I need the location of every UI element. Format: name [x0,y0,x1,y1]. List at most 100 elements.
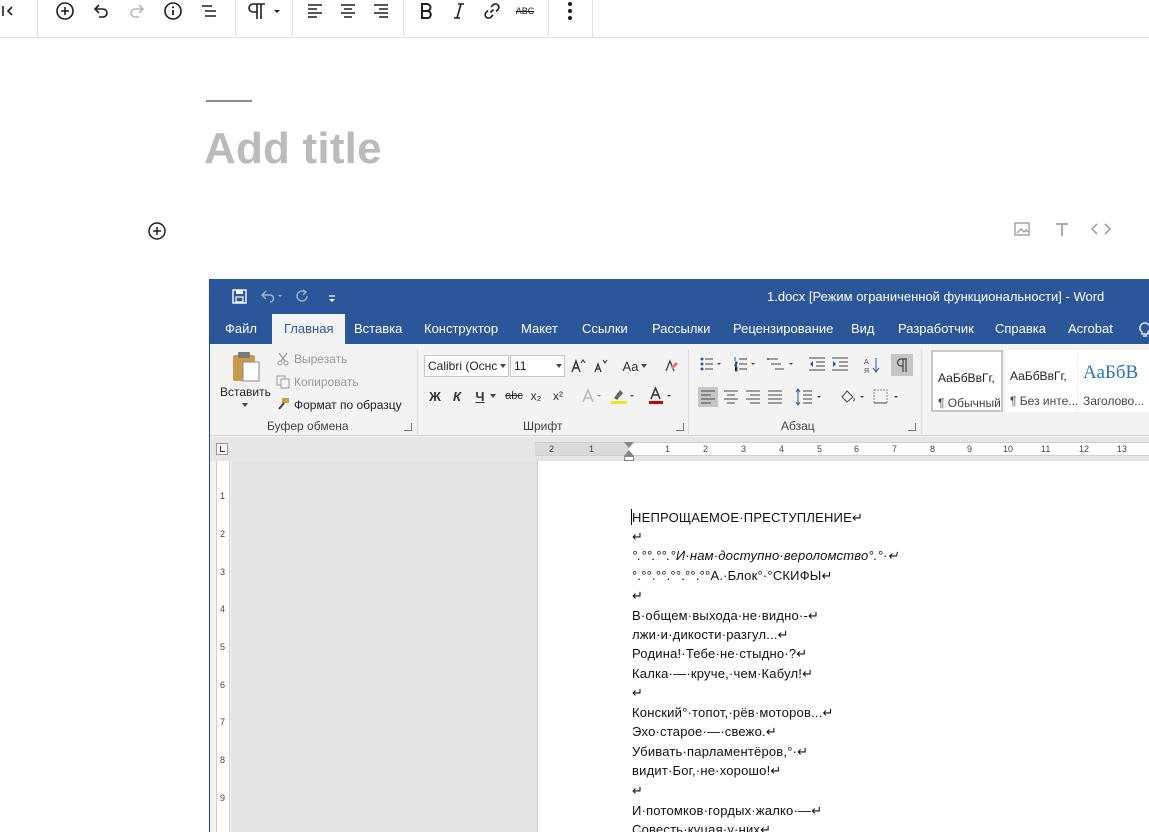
tab-layout[interactable]: Макет [521,314,558,344]
grow-font-icon[interactable] [569,356,587,376]
font-launcher-icon[interactable] [676,423,684,431]
add-block-icon[interactable] [54,0,76,22]
document-page[interactable]: НЕПРОЩАЕМОЕ·ПРЕСТУПЛЕНИЕ↵ ↵ °.°°.°°.°И·н… [537,461,1149,832]
clipboard-launcher-icon[interactable] [404,423,412,431]
numbering-icon[interactable] [733,356,757,377]
link-icon[interactable] [481,0,503,22]
document-line: °.°°.°°.°°.°°.°°А.·Блок°·°СКИФЫ↵ [632,568,833,583]
style-normal[interactable]: АаБбВвГг, ¶ Обычный [931,350,1003,412]
copy-button[interactable]: Копировать [294,375,359,389]
shading-icon[interactable] [838,388,868,411]
tab-review[interactable]: Рецензирование [733,314,833,344]
redo-icon[interactable] [126,0,148,22]
undo-icon[interactable] [90,0,112,22]
justify-icon[interactable] [767,390,783,409]
style-no-spacing[interactable]: АаБбВвГг, ¶ Без инте... [1005,350,1079,412]
style-name: ¶ Без инте... [1010,394,1079,408]
horizontal-ruler[interactable]: 2 1 1 2 3 4 5 6 7 8 9 10 11 12 13 [535,442,1149,461]
customize-quick-access-icon[interactable] [327,291,337,309]
copy-icon [276,375,290,394]
tab-acrobat[interactable]: Acrobat [1068,314,1113,344]
align-left-icon[interactable] [698,387,718,407]
decrease-indent-icon[interactable] [808,356,826,377]
clear-formatting-icon[interactable] [662,356,680,376]
paste-button[interactable]: Вставить [220,385,271,399]
format-painter-button[interactable]: Формат по образцу [294,398,402,412]
tab-mailings[interactable]: Рассылки [652,314,710,344]
bold-button[interactable]: Ж [427,386,443,406]
ruler-number: 8 [220,755,226,765]
font-name-combo[interactable]: Calibri (Оснс [424,355,509,377]
first-line-indent-marker[interactable] [624,442,634,448]
document-line: И·потомков·гордых·жалко·—↵ [632,803,823,818]
tab-references[interactable]: Ссылки [582,314,628,344]
more-options-icon[interactable] [560,0,580,22]
ruler-number: 8 [930,444,936,454]
align-right-icon[interactable] [745,390,761,409]
paragraph-launcher-icon[interactable] [908,423,916,431]
document-line: Убивать·парламентёров,°·↵ [632,744,809,759]
redo-icon[interactable] [295,289,309,308]
block-inserter-icon[interactable] [147,221,167,241]
sort-icon[interactable]: AЯ [863,356,881,379]
collapse-sidebar-icon[interactable] [0,0,18,22]
ribbon-group-divider [688,350,689,434]
cut-button[interactable]: Вырезать [294,352,347,366]
chevron-down-icon [641,364,648,368]
font-color-icon[interactable] [647,386,675,406]
font-size-combo[interactable]: 11 [510,355,565,377]
bold-icon[interactable] [416,0,436,22]
text-block-icon[interactable] [1051,218,1073,240]
align-center-icon[interactable] [723,390,739,409]
superscript-button[interactable]: x² [549,386,567,406]
image-block-icon[interactable] [1011,218,1033,240]
shrink-font-icon[interactable] [591,356,609,376]
strikethrough-button[interactable]: abc [503,386,525,406]
tell-me-lightbulb-icon[interactable] [1138,321,1149,344]
text-effects-icon[interactable] [581,386,605,406]
increase-indent-icon[interactable] [831,356,849,377]
show-formatting-marks-icon[interactable] [891,354,913,376]
tab-file[interactable]: Файл [225,314,257,344]
info-icon[interactable] [162,0,184,22]
post-title-input[interactable]: Add title [204,124,382,174]
align-center-icon[interactable] [338,0,358,22]
highlight-color-icon[interactable] [610,386,638,406]
underline-dropdown-icon[interactable] [490,394,496,398]
tab-view[interactable]: Вид [851,314,875,344]
borders-icon[interactable] [872,388,902,411]
svg-text:A: A [864,359,869,366]
paragraph-block-icon[interactable] [247,0,283,22]
change-case-button[interactable]: Aa [620,356,650,376]
subscript-button[interactable]: x₂ [527,386,545,406]
italic-icon[interactable] [449,0,469,22]
tab-developer[interactable]: Разработчик [898,314,974,344]
bullets-icon[interactable] [699,356,723,377]
document-line: Конский°·топот,·рёв·моторов...↵ [632,705,834,720]
align-left-icon[interactable] [305,0,325,22]
tab-design[interactable]: Конструктор [424,314,498,344]
tab-help[interactable]: Справка [995,314,1046,344]
document-line: В·общем·выхода·не·видно·-↵ [632,608,820,623]
tab-home[interactable]: Главная [272,314,346,344]
word-window-title: 1.docx [Режим ограниченной функционально… [767,289,1105,304]
vertical-ruler[interactable]: 1 2 3 4 5 6 7 8 9 [216,461,230,832]
paste-dropdown-icon[interactable] [242,403,248,407]
align-right-icon[interactable] [371,0,391,22]
tab-selector-icon[interactable] [216,443,228,455]
ruler-number: 7 [892,444,898,454]
underline-button[interactable]: Ч [472,386,488,406]
ruler-number: 3 [741,444,747,454]
code-block-icon[interactable] [1090,218,1112,240]
document-line: ↵ [632,588,644,603]
style-heading-1[interactable]: АаБбВ Заголово... [1078,350,1149,412]
list-view-icon[interactable] [198,0,220,22]
italic-button[interactable]: К [449,386,465,406]
tab-insert[interactable]: Вставка [354,314,402,344]
undo-icon[interactable] [260,289,284,308]
ruler-number: 10 [1003,444,1014,454]
multilevel-list-icon[interactable] [766,356,796,377]
strikethrough-icon[interactable]: ABC [513,0,537,22]
line-spacing-icon[interactable] [795,388,825,411]
save-icon[interactable] [232,289,247,309]
